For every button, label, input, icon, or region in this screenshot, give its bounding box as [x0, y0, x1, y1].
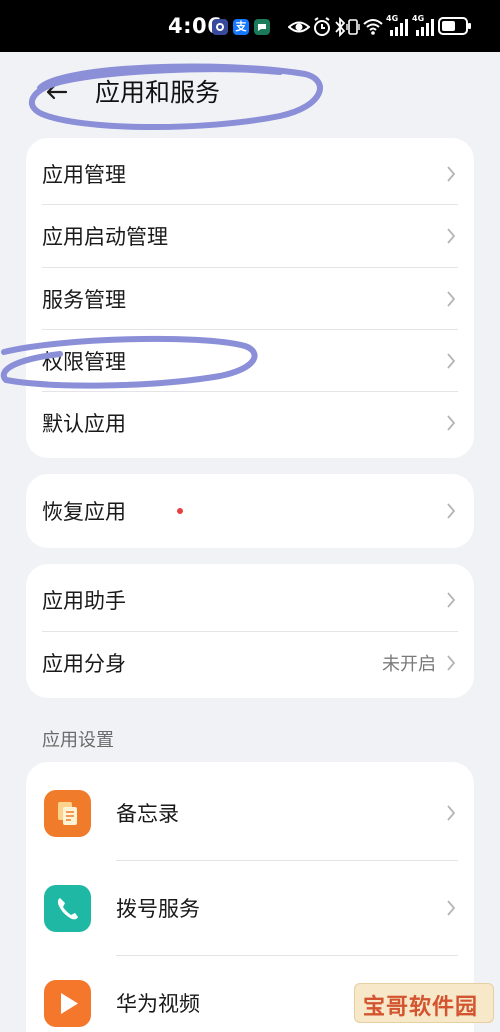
settings-card-restore: 恢复应用: [26, 474, 474, 548]
list-item-label: 华为视频: [116, 992, 200, 1016]
alarm-icon: [314, 17, 330, 36]
watermark-logo: 宝哥软件园: [354, 983, 494, 1023]
list-item-app-management[interactable]: 应用管理: [26, 143, 474, 205]
list-item-label: 服务管理: [42, 288, 126, 312]
list-item-label: 拨号服务: [116, 897, 200, 921]
list-item-label: 权限管理: [42, 350, 126, 374]
memo-icon: [44, 790, 91, 837]
settings-card-assistant: 应用助手 应用分身 未开启: [26, 564, 474, 698]
browser-icon: [212, 19, 228, 35]
chevron-right-icon: [447, 900, 456, 916]
status-bar: 4:06 支 4G 4G: [0, 0, 500, 52]
list-item-value: 未开启: [382, 654, 436, 675]
chevron-right-icon: [447, 592, 456, 608]
bluetooth-icon: [335, 16, 346, 38]
wifi-icon: [363, 19, 383, 35]
back-button[interactable]: [42, 76, 74, 108]
chevron-right-icon: [447, 353, 456, 369]
chevron-right-icon: [447, 415, 456, 431]
chevron-right-icon: [447, 655, 456, 671]
list-item-label: 应用助手: [42, 589, 126, 613]
video-play-icon: [44, 980, 91, 1027]
list-item-app-twin[interactable]: 应用分身 未开启: [26, 632, 474, 694]
list-item-default-apps[interactable]: 默认应用: [26, 392, 474, 454]
chevron-right-icon: [447, 805, 456, 821]
list-item-label: 默认应用: [42, 412, 126, 436]
chevron-right-icon: [447, 228, 456, 244]
list-item-service-management[interactable]: 服务管理: [26, 268, 474, 330]
section-title-app-settings: 应用设置: [42, 730, 114, 751]
list-item-label: 恢复应用: [42, 500, 126, 524]
list-item-app-launch-management[interactable]: 应用启动管理: [26, 205, 474, 267]
chat-icon: [254, 19, 270, 35]
list-item-dialer-service[interactable]: 拨号服务: [26, 861, 474, 955]
chevron-right-icon: [447, 291, 456, 307]
battery-icon: [438, 17, 471, 35]
list-item-label: 应用分身: [42, 652, 126, 676]
list-item-memo[interactable]: 备忘录: [26, 766, 474, 860]
list-item-label: 备忘录: [116, 802, 179, 826]
list-item-restore-apps[interactable]: 恢复应用: [26, 480, 474, 542]
list-item-permission-management[interactable]: 权限管理: [26, 330, 474, 392]
signal-4g-icon: 4G: [386, 14, 410, 38]
battery-level: [442, 21, 455, 31]
list-item-label: 应用管理: [42, 163, 126, 187]
vibrate-icon: [346, 19, 360, 35]
chevron-right-icon: [447, 166, 456, 182]
back-arrow-icon: [46, 84, 68, 100]
alipay-icon: 支: [233, 19, 249, 35]
watermark-text: 宝哥软件园: [363, 995, 479, 1020]
settings-card-main: 应用管理 应用启动管理 服务管理 权限管理 默认应用: [26, 138, 474, 458]
notification-dot: [177, 508, 183, 514]
signal-4g-icon: 4G: [412, 14, 436, 38]
list-item-label: 应用启动管理: [42, 225, 168, 249]
eye-icon: [288, 21, 310, 33]
phone-icon: [44, 885, 91, 932]
list-item-app-assistant[interactable]: 应用助手: [26, 569, 474, 631]
page-title: 应用和服务: [95, 78, 221, 107]
chevron-right-icon: [447, 503, 456, 519]
